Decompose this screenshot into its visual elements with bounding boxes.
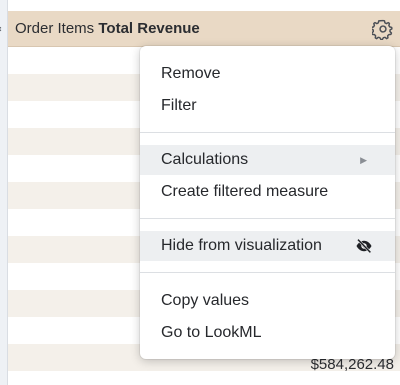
menu-divider [140, 132, 395, 133]
header-field-name: Total Revenue [98, 20, 200, 37]
menu-item-label: Copy values [161, 292, 250, 309]
menu-divider [140, 218, 395, 219]
menu-divider [140, 272, 395, 273]
screen: ⚙ Order Items Total Revenue $584,262.48 … [0, 0, 400, 385]
menu-item-filter[interactable]: Filter [140, 91, 395, 121]
menu-item-go-to-lookml[interactable]: Go to LookML [140, 318, 395, 348]
left-column-edge [0, 0, 8, 385]
menu-item-hide-from-visualization[interactable]: Hide from visualization [140, 231, 395, 261]
eye-slash-icon [356, 238, 372, 254]
menu-item-label: Remove [161, 65, 221, 82]
menu-item-calculations[interactable]: Calculations ▶ [140, 145, 395, 175]
menu-item-label: Create filtered measure [161, 183, 329, 200]
column-header-total-revenue[interactable]: Order Items Total Revenue [8, 11, 400, 47]
column-gear-icon-partial[interactable]: ⚙ [0, 11, 4, 47]
header-view-name: Order Items [15, 20, 95, 37]
chevron-right-icon: ▶ [360, 155, 367, 165]
menu-item-copy-values[interactable]: Copy values [140, 286, 395, 316]
menu-item-label: Go to LookML [161, 324, 262, 341]
menu-item-label: Calculations [161, 151, 249, 168]
column-header-title: Order Items Total Revenue [15, 11, 200, 47]
column-context-menu: Remove Filter Calculations ▶ Create filt… [140, 46, 395, 359]
menu-item-remove[interactable]: Remove [140, 59, 395, 89]
menu-item-label: Hide from visualization [161, 237, 322, 254]
menu-item-label: Filter [161, 97, 197, 114]
gear-icon[interactable] [372, 18, 394, 40]
menu-item-create-filtered-measure[interactable]: Create filtered measure [140, 177, 395, 207]
